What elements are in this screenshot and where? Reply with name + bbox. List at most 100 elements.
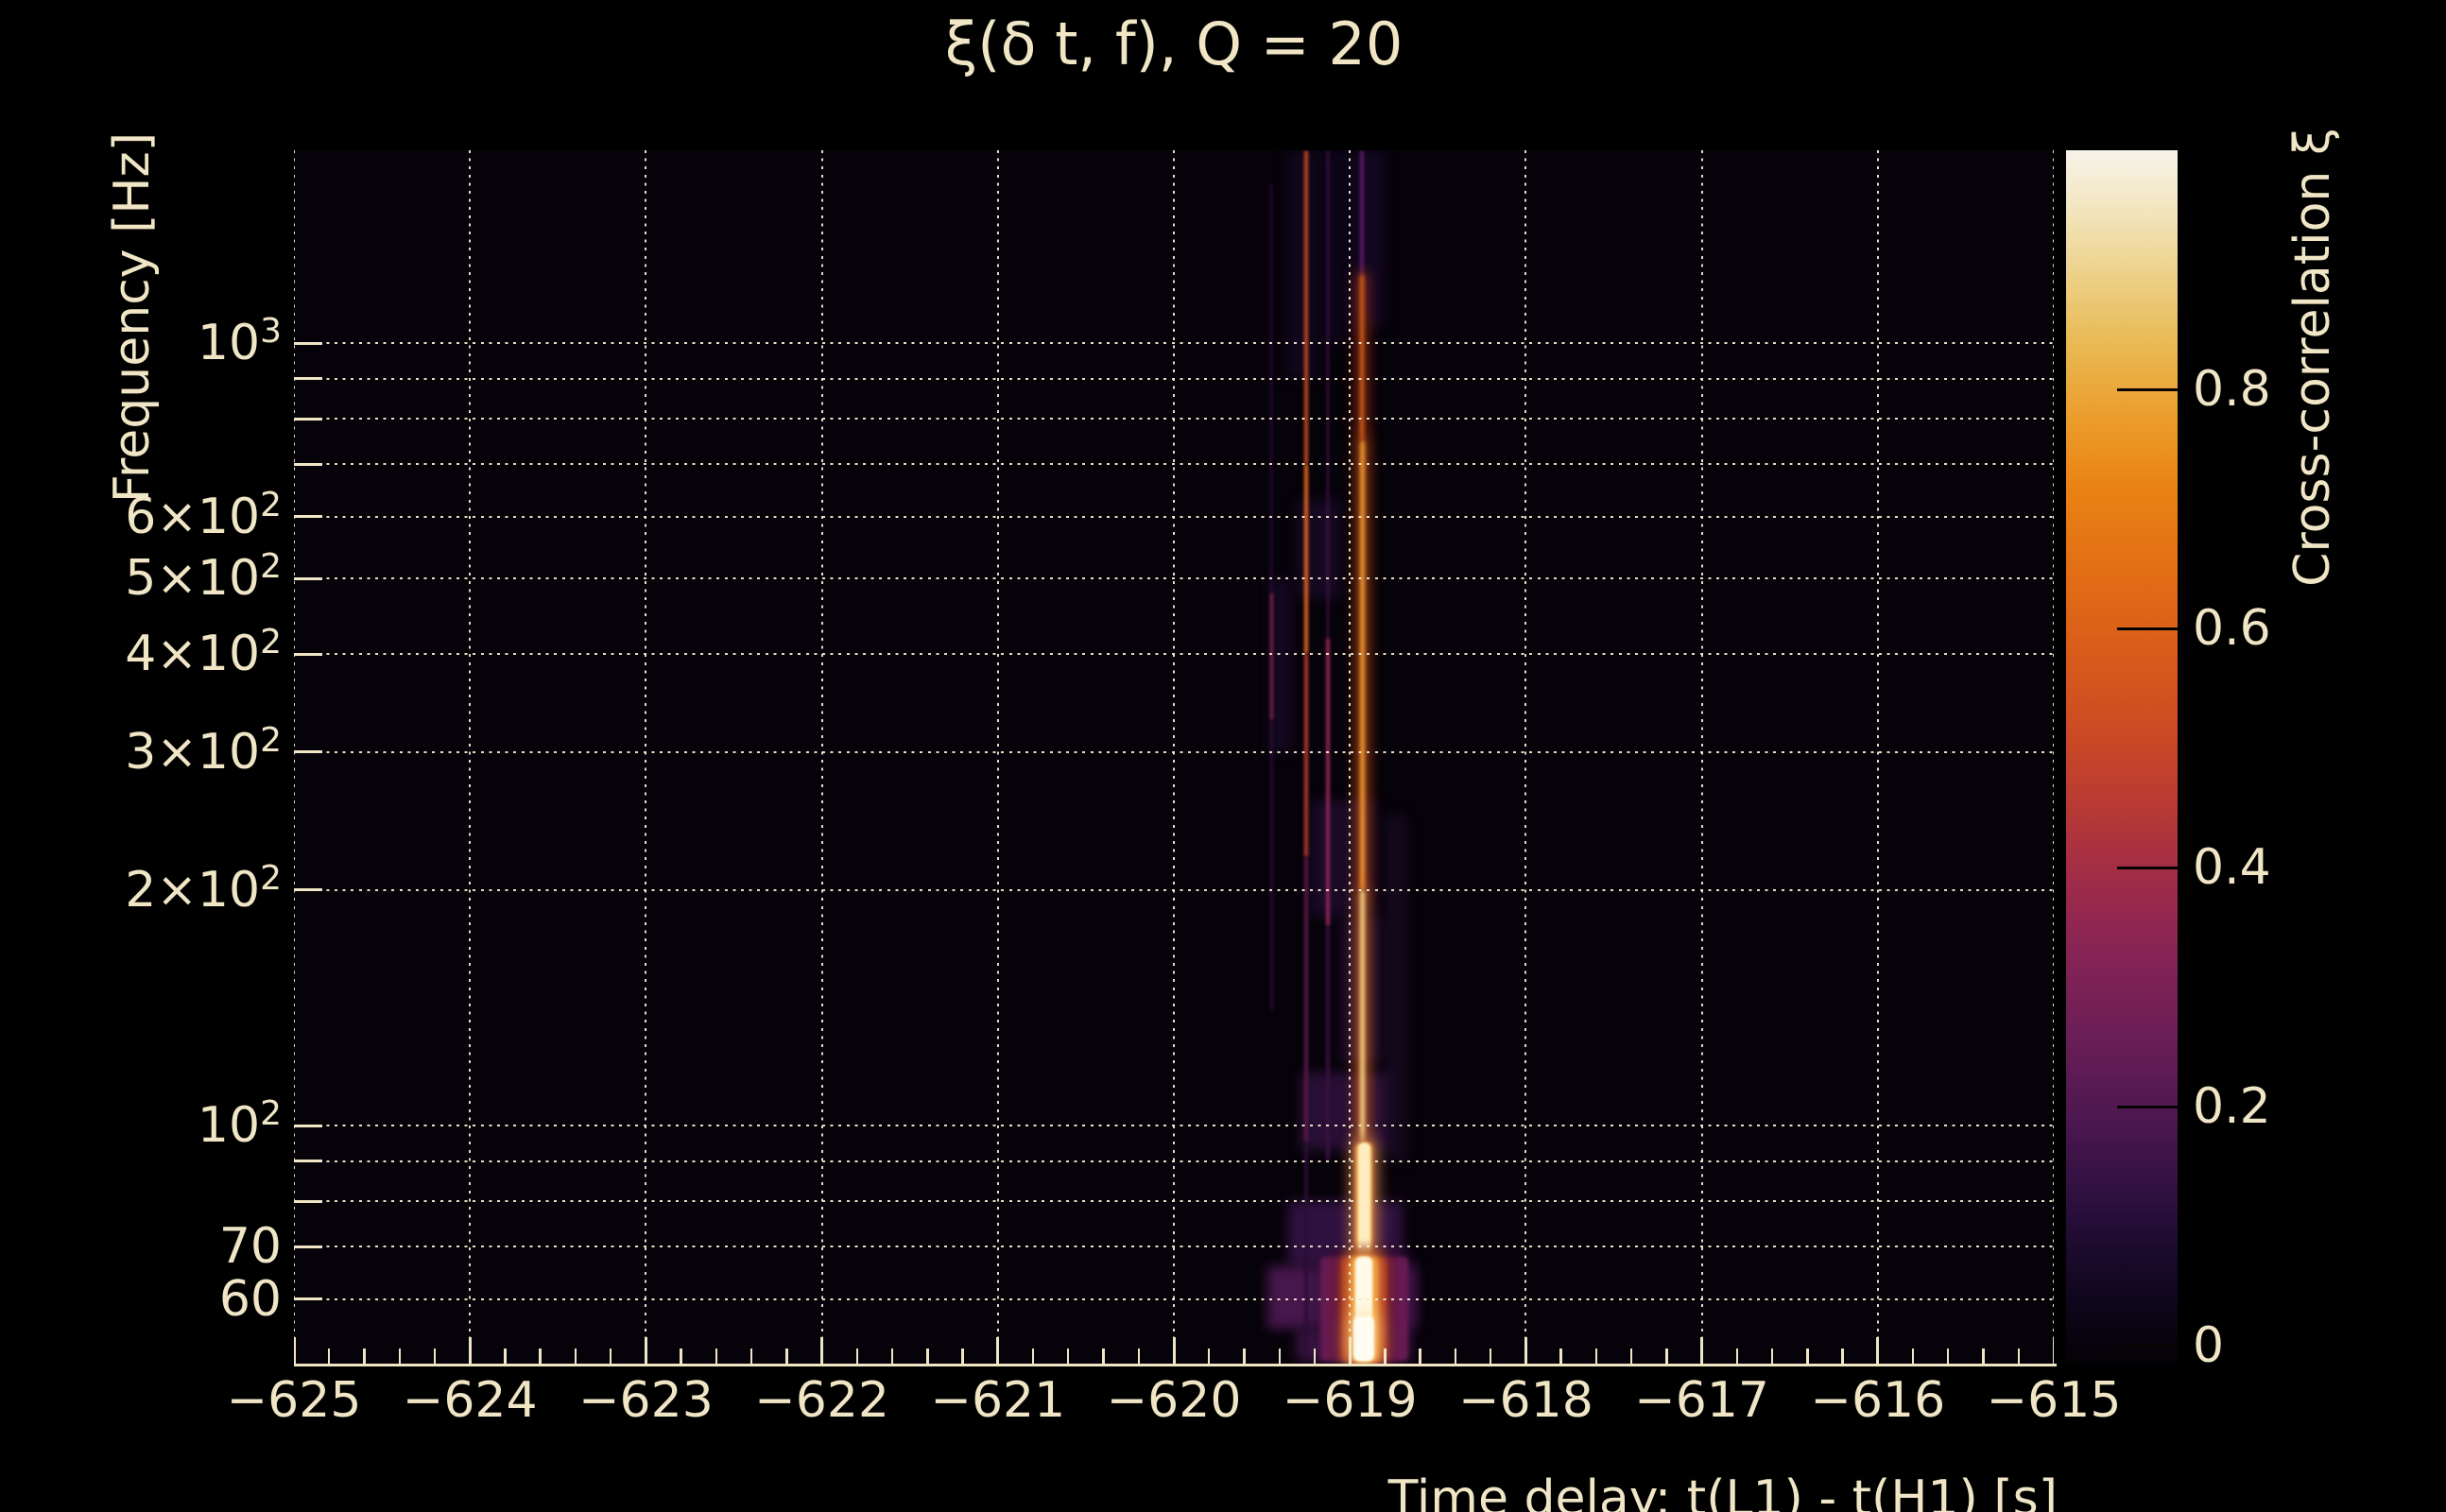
- heatmap-feature: [1318, 150, 1352, 343]
- grid-line-horizontal: [294, 1297, 2054, 1300]
- x-minor-tick: [504, 1349, 507, 1364]
- x-major-tick: [820, 1337, 824, 1364]
- x-minor-tick: [1629, 1349, 1633, 1364]
- x-major-tick: [1876, 1337, 1880, 1364]
- y-tick: [294, 341, 322, 345]
- y-tick-label: 103: [197, 312, 282, 371]
- colorbar-tick-label: 0.8: [2193, 361, 2271, 418]
- colorbar-tick: [2117, 387, 2178, 391]
- heatmap-feature: [1303, 1143, 1309, 1362]
- grid-line-horizontal: [294, 1160, 2054, 1162]
- x-minor-tick: [574, 1349, 577, 1364]
- heatmap-feature: [1304, 857, 1308, 1143]
- grid-line-horizontal: [294, 1246, 2054, 1248]
- x-minor-tick: [1278, 1349, 1281, 1364]
- x-minor-tick: [1806, 1349, 1809, 1364]
- x-minor-tick: [1947, 1349, 1950, 1364]
- heatmap-feature: [1352, 150, 1386, 327]
- grid-line-horizontal: [294, 463, 2054, 466]
- heatmap-feature: [1326, 150, 1330, 638]
- y-tick: [294, 750, 322, 754]
- y-tick: [294, 462, 322, 466]
- y-tick-label: 60: [218, 1270, 282, 1328]
- x-tick-label: −623: [577, 1372, 714, 1429]
- grid-line-vertical: [1700, 150, 1703, 1364]
- heatmap-feature: [1352, 1316, 1375, 1362]
- heatmap-feature: [1304, 464, 1308, 655]
- x-minor-tick: [1770, 1349, 1774, 1364]
- y-tick-label: 2×102: [125, 858, 282, 919]
- grid-line-vertical: [1524, 150, 1527, 1364]
- x-minor-tick: [433, 1349, 437, 1364]
- colorbar-tick-label: 0.2: [2193, 1078, 2271, 1136]
- y-tick-label: 5×102: [125, 547, 282, 608]
- grid-line-horizontal: [294, 750, 2054, 753]
- x-major-tick: [1524, 1337, 1527, 1364]
- x-minor-tick: [1665, 1349, 1668, 1364]
- x-tick-label: −620: [1106, 1372, 1242, 1429]
- grid-line-horizontal: [294, 1125, 2054, 1126]
- heatmap-feature: [1270, 578, 1292, 752]
- x-minor-tick: [1102, 1349, 1105, 1364]
- grid-line-horizontal: [294, 515, 2054, 518]
- x-minor-tick: [363, 1349, 366, 1364]
- x-tick-label: −616: [1810, 1372, 1946, 1429]
- x-minor-tick: [1489, 1349, 1492, 1364]
- colorbar-tick: [2117, 866, 2178, 869]
- heatmap-feature: [1326, 637, 1330, 926]
- grid-line-horizontal: [294, 418, 2054, 421]
- x-tick-label: −624: [402, 1372, 538, 1429]
- colorbar-tick: [2117, 1344, 2178, 1348]
- x-axis-spine: [294, 1364, 2057, 1366]
- y-tick: [294, 377, 322, 381]
- grid-line-vertical: [469, 150, 472, 1364]
- grid-line-horizontal: [294, 1200, 2054, 1203]
- grid-line-vertical: [820, 150, 823, 1364]
- x-minor-tick: [1911, 1349, 1915, 1364]
- colorbar-tick: [2117, 627, 2178, 630]
- heatmap-feature: [1359, 889, 1365, 1143]
- grid-line-horizontal: [294, 577, 2054, 580]
- x-minor-tick: [1313, 1349, 1317, 1364]
- grid-line-vertical: [996, 150, 999, 1364]
- x-minor-tick: [1594, 1349, 1598, 1364]
- y-tick: [294, 1297, 322, 1301]
- y-tick: [294, 1245, 322, 1248]
- x-major-tick: [468, 1337, 472, 1364]
- heatmap-feature: [1301, 1072, 1389, 1151]
- x-major-tick: [1700, 1337, 1704, 1364]
- heatmap-feature: [1311, 800, 1377, 917]
- y-tick: [294, 1124, 322, 1127]
- x-minor-tick: [785, 1349, 788, 1364]
- x-minor-tick: [855, 1349, 859, 1364]
- x-minor-tick: [749, 1349, 753, 1364]
- heatmap-feature: [1269, 182, 1273, 593]
- plot-area: [294, 150, 2054, 1364]
- x-minor-tick: [1559, 1349, 1562, 1364]
- grid-line-vertical: [645, 150, 647, 1364]
- grid-line-vertical: [1349, 150, 1352, 1364]
- heatmap-feature: [1269, 592, 1273, 720]
- grid-line-horizontal: [294, 377, 2054, 380]
- x-major-tick: [1172, 1337, 1176, 1364]
- y-tick-label: 102: [197, 1094, 282, 1154]
- x-minor-tick: [2017, 1349, 2020, 1364]
- x-minor-tick: [890, 1349, 894, 1364]
- x-major-tick: [644, 1337, 647, 1364]
- colorbar-tick-label: 0.4: [2193, 839, 2271, 896]
- x-minor-tick: [715, 1349, 718, 1364]
- heatmap-feature: [1359, 440, 1365, 890]
- grid-line-vertical: [2053, 150, 2054, 1364]
- x-minor-tick: [1419, 1349, 1421, 1364]
- colorbar-tick-label: 0: [2193, 1317, 2225, 1375]
- x-minor-tick: [1735, 1349, 1739, 1364]
- y-tick: [294, 652, 322, 656]
- x-tick-label: −621: [930, 1372, 1066, 1429]
- figure: ξ(δ t, f), Q = 20 Frequency [Hz] Time de…: [0, 0, 2446, 1512]
- x-major-tick: [996, 1337, 1000, 1364]
- grid-line-horizontal: [294, 653, 2054, 656]
- x-tick-label: −615: [1986, 1372, 2122, 1429]
- x-tick-label: −622: [754, 1372, 889, 1429]
- y-tick-label: 70: [218, 1218, 282, 1276]
- grid-line-vertical: [294, 150, 295, 1364]
